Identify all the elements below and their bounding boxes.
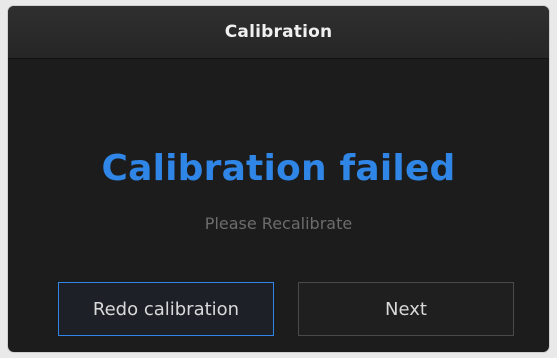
recalibrate-message: Please Recalibrate xyxy=(204,214,353,233)
next-label: Next xyxy=(385,298,427,320)
calibration-dialog: Calibration Calibration failed Please Re… xyxy=(8,6,549,352)
redo-calibration-label: Redo calibration xyxy=(92,298,240,320)
dialog-title: Calibration xyxy=(224,22,333,42)
dialog-titlebar: Calibration xyxy=(8,6,549,59)
calibration-status-heading: Calibration failed xyxy=(101,148,456,189)
redo-calibration-button[interactable]: Redo calibration xyxy=(58,282,274,336)
next-button[interactable]: Next xyxy=(298,282,514,336)
